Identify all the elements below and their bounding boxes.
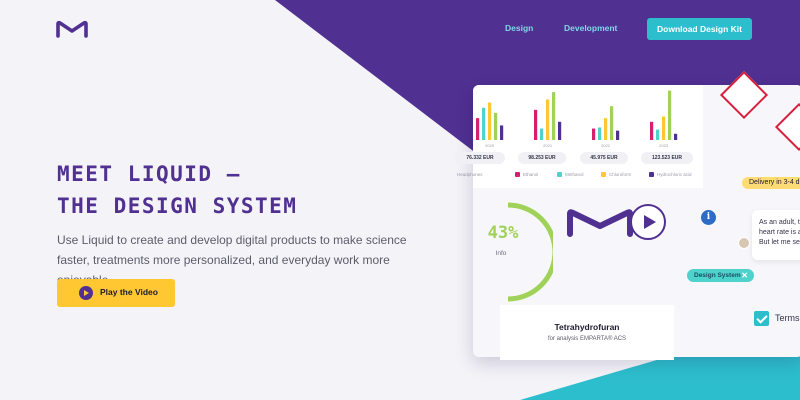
chart-bar — [482, 107, 486, 140]
x-tick-label: 2020 — [485, 143, 495, 148]
chart-bar — [558, 121, 562, 140]
merck-logo-large-icon — [567, 209, 633, 237]
chart-bar — [500, 125, 504, 140]
product-subtitle: for analysis EMPARTA® ACS — [547, 336, 627, 342]
chart-total-2: 98.253 EUR — [518, 152, 566, 164]
legend-item: Headphones — [457, 172, 483, 177]
hero-title-line-2: the design system — [57, 194, 298, 218]
legend-item: Ethanol — [515, 172, 538, 178]
chart-bar — [616, 130, 620, 140]
download-design-kit-button[interactable]: Download Design Kit — [647, 18, 752, 40]
product-card[interactable]: Tetrahydrofuran for analysis EMPARTA® AC… — [500, 305, 674, 360]
x-tick-label: 2022 — [601, 143, 611, 148]
chart-bar — [604, 118, 608, 140]
play-icon — [79, 286, 93, 300]
delivery-badge: Delivery in 3-4 d — [742, 177, 800, 189]
info-icon[interactable]: i — [701, 210, 716, 225]
play-icon — [644, 215, 656, 229]
hero-title: Meet Liquid – the design system — [57, 158, 417, 222]
chart-bar — [592, 128, 596, 140]
chart-bar — [534, 109, 538, 140]
chart-bar — [656, 129, 660, 140]
design-system-tag[interactable]: Design System ✕ — [687, 269, 754, 282]
play-video-button[interactable]: Play the Video — [57, 279, 175, 307]
terms-label: Terms — [775, 313, 800, 323]
chat-bubble: As an adult, th heart rate is at But let… — [752, 210, 800, 260]
chart-bar — [610, 106, 614, 140]
video-play-button[interactable] — [630, 204, 666, 240]
chart-bar — [488, 102, 492, 140]
close-icon[interactable]: ✕ — [741, 269, 748, 282]
main-nav: Design Development Download Design Kit — [0, 18, 800, 40]
chart-bar — [662, 116, 666, 140]
chat-line: heart rate is at — [759, 229, 800, 236]
gauge-percentage: 43% — [487, 223, 519, 243]
chart-bar — [598, 127, 602, 140]
chart-total-4: 123.523 EUR — [641, 152, 693, 164]
chart-bar — [476, 118, 480, 140]
legend-item: Hydrochloric acid — [649, 172, 692, 178]
chart-bar — [650, 121, 654, 140]
legend-item: Chloroform — [601, 172, 631, 178]
chart-total-1: 76.332 EUR — [455, 152, 505, 164]
product-name: Tetrahydrofuran — [554, 322, 620, 332]
chat-line: But let me see — [759, 239, 800, 246]
chart-bar — [552, 92, 556, 140]
play-video-label: Play the Video — [100, 287, 158, 297]
nav-link-design[interactable]: Design — [505, 23, 533, 33]
chart-bar — [668, 90, 672, 140]
chart-bar — [540, 128, 544, 140]
tag-label: Design System — [694, 272, 741, 279]
nav-link-development[interactable]: Development — [564, 23, 617, 33]
chart-total-3: 45.975 EUR — [580, 152, 628, 164]
x-tick-label: 2021 — [543, 143, 553, 148]
chart-bar — [674, 133, 678, 140]
chat-line: As an adult, th — [759, 219, 800, 226]
gauge-label: Info — [495, 250, 507, 257]
x-tick-label: 2023 — [659, 143, 669, 148]
terms-checkbox[interactable] — [754, 311, 769, 326]
avatar — [738, 237, 750, 249]
hero-title-line-1: Meet Liquid – — [57, 162, 241, 186]
legend-item: Methanol — [557, 172, 584, 178]
chart-bar — [546, 99, 550, 140]
chart-bar — [494, 112, 498, 140]
